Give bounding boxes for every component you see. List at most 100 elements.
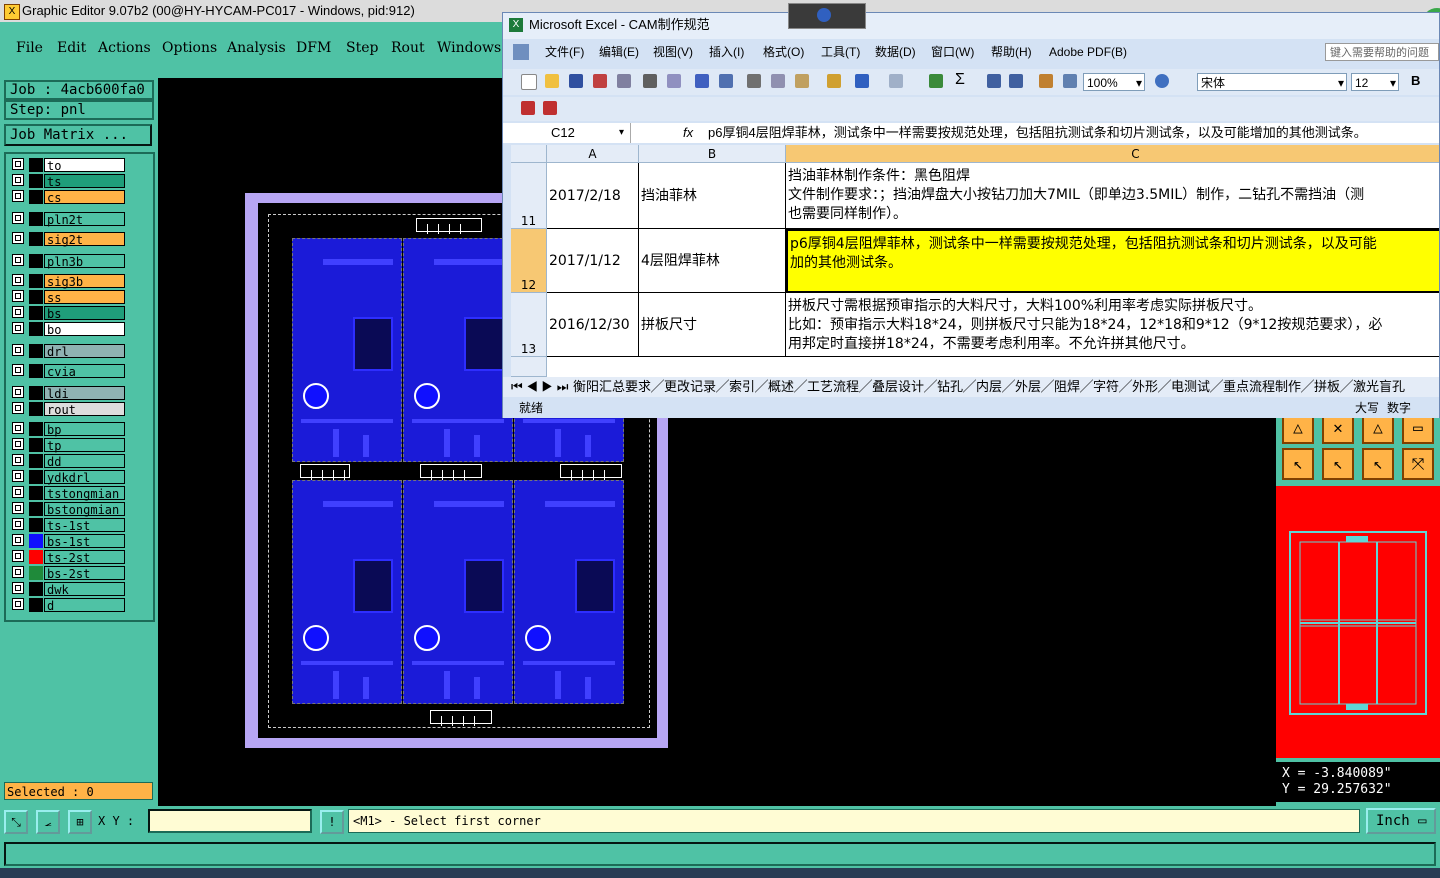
zoom-box-icon[interactable]: ⤡ [4,810,28,834]
layer-color-swatch[interactable] [29,254,43,268]
chart-wizard-icon[interactable] [1039,74,1053,88]
pointer-circle-icon[interactable]: ↖ [1362,448,1394,480]
xl-menu-view[interactable]: 视图(V) [653,41,693,63]
layer-name[interactable]: ss [44,290,125,305]
layer-name[interactable]: pln2t [44,212,125,227]
grid-icon[interactable]: ⊞ [68,810,92,834]
layer-name[interactable]: cvia [44,364,125,379]
column-header-c[interactable]: C [786,145,1439,163]
alert-icon[interactable]: ! [320,810,344,834]
layer-color-swatch[interactable] [29,438,43,452]
spelling-icon[interactable] [695,74,709,88]
layer-checkbox[interactable] [12,454,24,466]
xl-menu-data[interactable]: 数据(D) [875,41,916,63]
layer-color-swatch[interactable] [29,402,43,416]
layer-checkbox[interactable] [12,158,24,170]
layer-checkbox[interactable] [12,582,24,594]
layer-color-swatch[interactable] [29,274,43,288]
sort-asc-icon[interactable] [987,74,1001,88]
layer-color-swatch[interactable] [29,386,43,400]
name-box[interactable]: C12 [511,123,631,143]
layer-name[interactable]: sig2t [44,232,125,247]
formula-content[interactable]: p6厚铜4层阻焊菲林，测试条中一样需要按规范处理，包括阻抗测试条和切片测试条，以… [708,123,1367,143]
chevron-down-icon[interactable]: ▾ [619,123,624,143]
mini-map[interactable] [1276,486,1440,758]
layer-color-swatch[interactable] [29,322,43,336]
print-icon[interactable] [643,74,657,88]
worksheet-grid[interactable]: A B C 11 2017/2/18 挡油菲林 挡油菲林制作条件：黑色阻焊 文件制作要… [511,145,1439,377]
layer-name[interactable]: ldi [44,386,125,401]
row-header[interactable] [511,357,547,377]
layer-name[interactable]: rout [44,402,125,417]
layer-name[interactable]: ts-1st [44,518,125,533]
layer-color-swatch[interactable] [29,422,43,436]
layer-checkbox[interactable] [12,322,24,334]
question-icon[interactable] [817,8,831,22]
bold-button[interactable]: B [1411,73,1420,88]
xl-menu-format[interactable]: 格式(O) [763,41,804,63]
xl-menu-adobe[interactable]: Adobe PDF(B) [1049,41,1127,63]
autosum-icon[interactable]: Σ [955,71,965,89]
column-header-a[interactable]: A [547,145,639,163]
fx-label[interactable]: fx [683,123,693,143]
save-icon[interactable] [569,74,583,88]
layer-checkbox[interactable] [12,438,24,450]
sheet-tabs[interactable]: ⏮ ◀ ▶ ⏭ 衡阳汇总要求╱更改记录╱索引╱概述╱工艺流程╱叠层设计╱钻孔╱内… [503,377,1439,397]
layer-checkbox[interactable] [12,364,24,376]
print-preview-icon[interactable] [667,74,681,88]
layer-color-swatch[interactable] [29,550,43,564]
email-icon[interactable] [617,74,631,88]
layer-name[interactable]: cs [44,190,125,205]
measure-icon[interactable]: ⦟ [36,810,60,834]
layer-color-swatch[interactable] [29,486,43,500]
cell-topic[interactable]: 挡油菲林 [639,163,786,229]
layer-name[interactable]: bs-2st [44,566,125,581]
tab-nav-icons[interactable]: ⏮ ◀ ▶ ⏭ [511,377,568,397]
layer-checkbox[interactable] [12,518,24,530]
cell-date[interactable]: 2016/12/30 [547,293,639,357]
job-matrix-button[interactable]: Job Matrix ... [4,124,152,146]
layer-color-swatch[interactable] [29,212,43,226]
hyperlink-icon[interactable] [929,74,943,88]
xl-menu-file[interactable]: 文件(F) [545,41,584,63]
layer-name[interactable]: dd [44,454,125,469]
layer-checkbox[interactable] [12,534,24,546]
layer-checkbox[interactable] [12,486,24,498]
layer-name[interactable]: bstongmian [44,502,125,517]
layer-name[interactable]: ydkdrl [44,470,125,485]
layer-color-swatch[interactable] [29,598,43,612]
menu-windows[interactable]: Windows [437,40,501,56]
xy-input[interactable] [148,809,312,833]
permission-icon[interactable] [593,74,607,88]
layer-color-swatch[interactable] [29,232,43,246]
layer-color-swatch[interactable] [29,566,43,580]
floating-toolbar[interactable] [788,3,866,29]
layer-name[interactable]: d [44,598,125,613]
layer-checkbox[interactable] [12,598,24,610]
new-icon[interactable] [521,74,537,90]
layer-name[interactable]: ts-2st [44,550,125,565]
layer-color-swatch[interactable] [29,158,43,172]
xl-menu-insert[interactable]: 插入(I) [709,41,744,63]
pdf-email-icon[interactable] [543,101,557,115]
layer-name[interactable]: drl [44,344,125,359]
layer-checkbox[interactable] [12,566,24,578]
route-pointer-icon[interactable]: ⤧ [1402,448,1434,480]
layer-name[interactable]: pln3b [44,254,125,269]
layer-color-swatch[interactable] [29,454,43,468]
copy-icon[interactable] [771,74,785,88]
select-all-corner[interactable] [511,145,547,163]
menu-dfm[interactable]: DFM [296,40,331,56]
layer-checkbox[interactable] [12,174,24,186]
layer-checkbox[interactable] [12,254,24,266]
layer-checkbox[interactable] [12,344,24,356]
layer-checkbox[interactable] [12,274,24,286]
layer-checkbox[interactable] [12,386,24,398]
menu-step[interactable]: Step [346,40,378,56]
menu-file[interactable]: File [16,40,43,56]
layer-color-swatch[interactable] [29,534,43,548]
layer-checkbox[interactable] [12,422,24,434]
cut-icon[interactable] [747,74,761,88]
workbook-icon[interactable] [513,44,529,60]
layer-color-swatch[interactable] [29,470,43,484]
